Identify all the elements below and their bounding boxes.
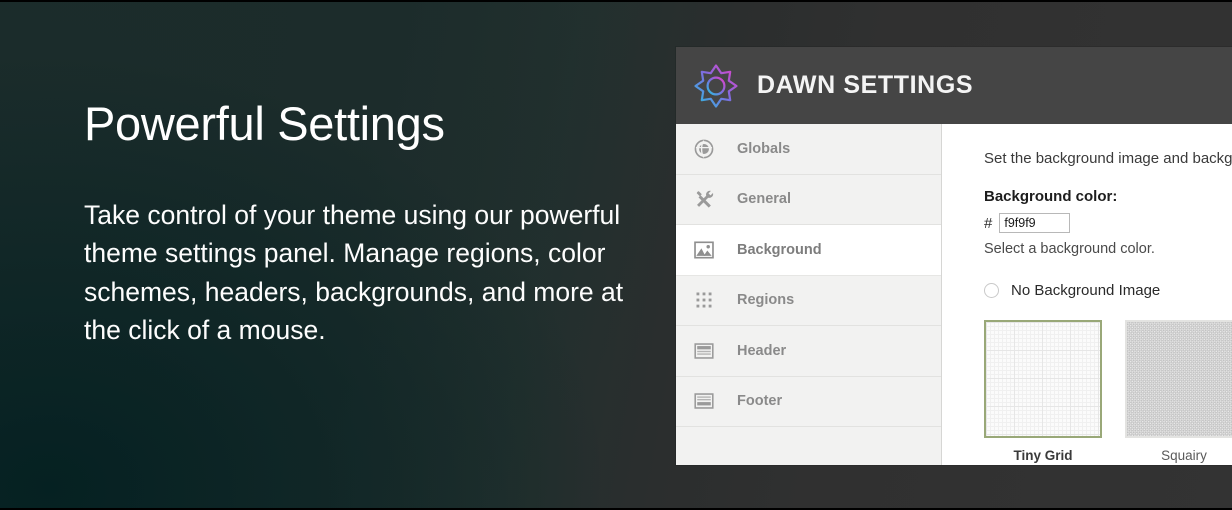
pattern-option-squairy[interactable]: Squairy <box>1125 320 1232 463</box>
pattern-caption: Squairy <box>1161 448 1207 463</box>
sidebar-item-label: Globals <box>737 140 791 157</box>
panel-header: DAWN SETTINGS <box>676 47 1232 124</box>
image-icon <box>691 237 717 263</box>
page-title: Powerful Settings <box>84 97 445 150</box>
marketing-description: Take control of your theme using our pow… <box>84 199 624 345</box>
dawn-settings-panel: DAWN SETTINGS Globals General Background… <box>676 47 1232 465</box>
sidebar-item-general[interactable]: General <box>676 174 941 225</box>
no-background-image-option[interactable]: No Background Image <box>984 282 1232 299</box>
panel-body: Globals General Background Regions Heade… <box>676 124 1232 465</box>
sunburst-logo-icon <box>692 62 740 110</box>
sidebar-item-label: General <box>737 191 791 208</box>
sidebar-item-background[interactable]: Background <box>676 225 941 276</box>
sidebar-item-label: Footer <box>737 393 783 410</box>
grid-dots-icon <box>691 287 717 313</box>
background-color-input[interactable] <box>999 213 1071 233</box>
background-color-help: Select a background color. <box>984 241 1155 257</box>
marketing-copy: Powerful Settings Take control of your t… <box>84 98 624 349</box>
sidebar-item-label: Regions <box>737 292 795 309</box>
radio-unchecked-icon[interactable] <box>984 283 999 298</box>
pattern-caption: Tiny Grid <box>1013 448 1073 463</box>
settings-content: Set the background image and backg Backg… <box>942 124 1232 465</box>
sidebar-filler <box>676 427 941 465</box>
background-pattern-list: Tiny Grid Squairy <box>984 320 1232 463</box>
header-layout-icon <box>691 338 717 364</box>
tools-icon <box>691 186 717 212</box>
squairy-pattern-swatch <box>1127 322 1232 436</box>
globe-icon <box>691 136 717 162</box>
sidebar-item-header[interactable]: Header <box>676 326 941 377</box>
tiny-grid-pattern-swatch <box>986 322 1100 436</box>
promo-stage: Powerful Settings Take control of your t… <box>0 0 1232 510</box>
pattern-option-tiny-grid[interactable]: Tiny Grid <box>984 320 1102 463</box>
panel-title: DAWN SETTINGS <box>757 71 974 99</box>
background-color-row: # <box>984 213 1232 233</box>
section-intro-text: Set the background image and backg <box>984 150 1232 167</box>
sidebar-item-globals[interactable]: Globals <box>676 124 941 175</box>
sidebar-item-regions[interactable]: Regions <box>676 275 941 326</box>
no-background-image-label: No Background Image <box>1011 282 1161 299</box>
background-color-label: Background color: <box>984 188 1118 205</box>
hash-symbol: # <box>984 214 993 232</box>
pattern-preview[interactable] <box>984 320 1102 438</box>
sidebar-item-footer[interactable]: Footer <box>676 376 941 427</box>
pattern-preview[interactable] <box>1125 320 1232 438</box>
sidebar-item-label: Header <box>737 342 787 359</box>
sidebar-item-label: Background <box>737 241 822 258</box>
footer-layout-icon <box>691 388 717 414</box>
settings-sidebar: Globals General Background Regions Heade… <box>676 124 942 465</box>
